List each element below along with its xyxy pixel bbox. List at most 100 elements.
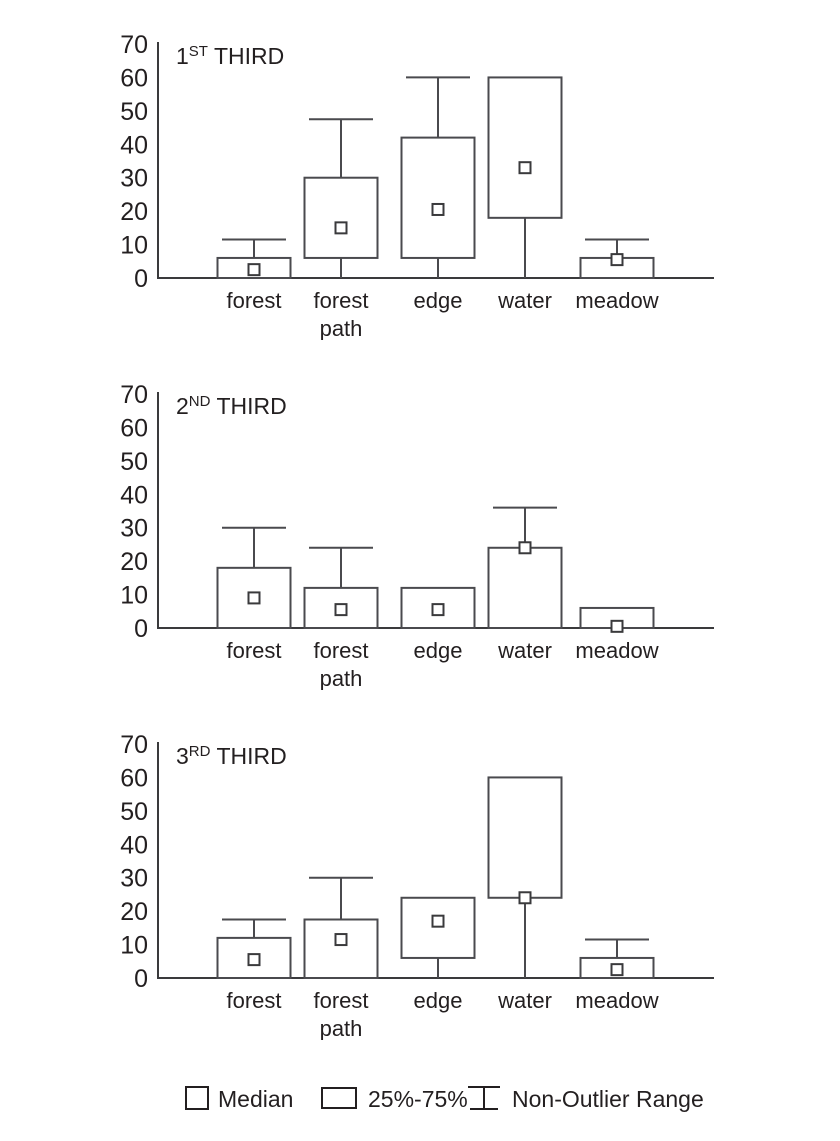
median-marker <box>431 202 445 216</box>
y-tick-label: 70 <box>120 381 148 409</box>
panel-title-ordinal-suffix: ST <box>189 43 208 60</box>
y-tick-label: 60 <box>120 414 148 442</box>
y-tick-label: 60 <box>120 764 148 792</box>
y-tick-label: 70 <box>120 31 148 59</box>
box-group <box>303 546 379 629</box>
box-group <box>487 776 563 978</box>
median-marker <box>610 963 624 977</box>
plot-area-third-third: 70 60 50 40 30 20 10 0 3RD THIRD forest forest path… <box>120 731 714 1040</box>
y-tick-label: 30 <box>120 865 148 893</box>
y-tick-label: 40 <box>120 481 148 509</box>
panel-title-word: THIRD <box>210 743 286 769</box>
box-quartile-rect <box>400 896 476 959</box>
y-tick-label: 70 <box>120 731 148 759</box>
panel-third-third: 70 60 50 40 30 20 10 0 3RD THIRD forest forest path… <box>0 700 840 1040</box>
panel-title-ordinal-suffix: ND <box>189 393 211 410</box>
x-category-label: path <box>320 666 363 690</box>
box-group <box>400 586 476 629</box>
y-tick-label: 60 <box>120 64 148 92</box>
median-marker <box>247 263 261 277</box>
y-tick-label: 0 <box>134 965 148 993</box>
median-marker <box>334 933 348 947</box>
median-marker <box>334 603 348 617</box>
boxplot-figure: 70 60 50 40 30 20 10 0 1ST THIRD forest forest path… <box>0 0 840 1141</box>
box-quartile-rect <box>487 76 563 219</box>
x-category-label: path <box>320 1016 363 1040</box>
panel-title-number: 3 <box>176 743 189 769</box>
box-quartile-rect <box>303 918 379 979</box>
box-quartile-rect <box>400 136 476 259</box>
plot-area-second-third: 70 60 50 40 30 20 10 0 2ND THIRD forest forest path… <box>120 381 714 690</box>
y-tick-label: 40 <box>120 831 148 859</box>
x-category-label: meadow <box>575 288 658 313</box>
y-tick-label: 0 <box>134 265 148 293</box>
box-group <box>579 606 655 633</box>
legend-label-median: Median <box>218 1086 293 1112</box>
x-category-label: edge <box>414 988 463 1013</box>
y-tick-label: 10 <box>120 232 148 260</box>
legend-label-quartile: 25%-75% <box>368 1086 468 1112</box>
y-tick-label: 20 <box>120 548 148 576</box>
box-group <box>487 506 563 629</box>
box-group <box>579 938 655 980</box>
x-category-label: water <box>497 638 552 663</box>
box-group <box>216 918 292 979</box>
median-marker <box>334 221 348 235</box>
median-marker <box>610 619 624 633</box>
x-category-label: forest <box>226 288 281 313</box>
x-category-label: water <box>497 288 552 313</box>
panel-second-third: 70 60 50 40 30 20 10 0 2ND THIRD forest forest path… <box>0 350 840 690</box>
y-tick-label: 0 <box>134 615 148 643</box>
box-group <box>303 876 379 979</box>
median-marker <box>518 891 532 905</box>
panel-title: 2ND THIRD <box>176 393 287 419</box>
box-group <box>216 238 292 280</box>
panel-title-ordinal-suffix: RD <box>189 743 211 760</box>
box-group <box>400 896 476 978</box>
box-rect-icon <box>321 1087 357 1109</box>
y-tick-label: 20 <box>120 198 148 226</box>
box-quartile-rect <box>487 776 563 899</box>
panel-title: 3RD THIRD <box>176 743 287 769</box>
plot-area-first-third: 70 60 50 40 30 20 10 0 1ST THIRD forest forest path… <box>120 31 714 340</box>
median-marker <box>431 914 445 928</box>
median-square-icon <box>185 1086 209 1110</box>
box-group <box>487 76 563 278</box>
median-marker <box>247 591 261 605</box>
y-tick-label: 50 <box>120 798 148 826</box>
median-marker <box>610 253 624 267</box>
y-tick-label: 30 <box>120 515 148 543</box>
x-category-label: water <box>497 988 552 1013</box>
median-marker <box>431 603 445 617</box>
box-group <box>400 76 476 278</box>
x-category-label: forest <box>226 988 281 1013</box>
x-category-label: forest <box>313 988 368 1013</box>
box-quartile-rect <box>303 176 379 259</box>
box-group <box>579 238 655 280</box>
x-category-label: meadow <box>575 638 658 663</box>
x-category-label: path <box>320 316 363 340</box>
median-marker <box>518 161 532 175</box>
box-quartile-rect <box>487 546 563 629</box>
x-category-label: forest <box>313 288 368 313</box>
y-tick-label: 10 <box>120 582 148 610</box>
x-category-label: edge <box>414 638 463 663</box>
panel-title-word: THIRD <box>208 43 284 69</box>
y-tick-label: 10 <box>120 932 148 960</box>
legend-label-nonoutlier: Non-Outlier Range <box>512 1086 704 1112</box>
y-tick-label: 20 <box>120 898 148 926</box>
median-marker <box>518 541 532 555</box>
x-category-label: forest <box>226 638 281 663</box>
median-marker <box>247 953 261 967</box>
box-group <box>216 526 292 629</box>
y-tick-label: 30 <box>120 165 148 193</box>
panel-title: 1ST THIRD <box>176 43 284 69</box>
panel-title-number: 2 <box>176 393 189 419</box>
panel-title-word: THIRD <box>210 393 286 419</box>
y-tick-label: 50 <box>120 448 148 476</box>
legend-svg: Median 25%-75% Non-Outlier Range <box>185 1086 704 1112</box>
x-category-label: meadow <box>575 988 658 1013</box>
x-category-label: edge <box>414 288 463 313</box>
y-tick-label: 50 <box>120 98 148 126</box>
y-tick-label: 40 <box>120 131 148 159</box>
